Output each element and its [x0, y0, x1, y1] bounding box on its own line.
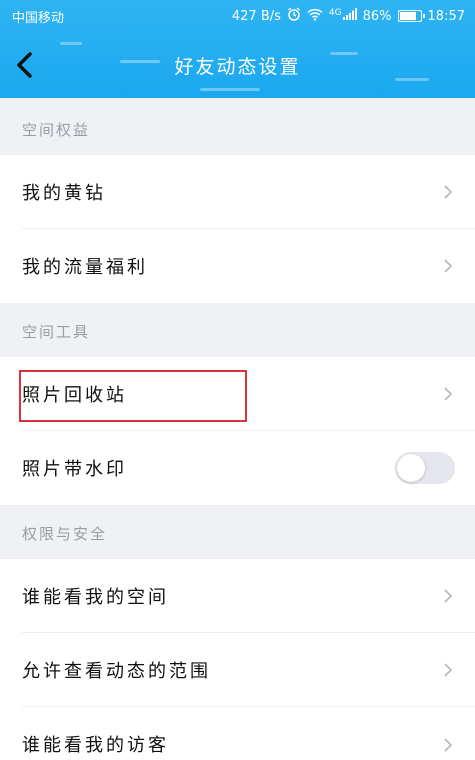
- row-label: 照片回收站: [22, 385, 127, 406]
- battery-percent: 86%: [362, 8, 392, 24]
- row-label: 谁能看我的访客: [22, 735, 169, 756]
- chevron-right-icon: [444, 259, 453, 273]
- row-feed-visibility-range[interactable]: 允许查看动态的范围: [0, 633, 475, 707]
- watermark-toggle[interactable]: [395, 452, 455, 484]
- signal-icon: [342, 8, 357, 24]
- chevron-right-icon: [444, 589, 453, 603]
- row-label: 我的流量福利: [22, 257, 148, 278]
- network-speed: 427 B/s: [231, 8, 281, 24]
- carrier-label: 中国移动: [12, 10, 65, 26]
- toggle-knob: [397, 454, 425, 482]
- row-photo-watermark: 照片带水印: [0, 431, 475, 505]
- section-header-privacy-security: 权限与安全: [22, 525, 108, 543]
- row-traffic-benefits[interactable]: 我的流量福利: [0, 229, 475, 303]
- page-title: 好友动态设置: [174, 56, 301, 78]
- wifi-icon: [307, 8, 323, 25]
- row-label: 允许查看动态的范围: [22, 661, 211, 682]
- section-header-space-benefits: 空间权益: [22, 121, 91, 139]
- status-indicators: 427 B/s 4G 86% 18:57: [232, 7, 465, 25]
- alarm-icon: [287, 7, 301, 25]
- section-header-space-tools: 空间工具: [22, 323, 91, 341]
- status-bar: 中国移动 427 B/s 4G 86% 18:57: [0, 0, 475, 32]
- chevron-right-icon: [444, 185, 453, 199]
- battery-icon: [397, 10, 425, 22]
- row-photo-recycle-bin[interactable]: 照片回收站: [0, 357, 475, 431]
- row-who-can-see-visitors[interactable]: 谁能看我的访客: [0, 707, 475, 760]
- row-label: 照片带水印: [22, 459, 127, 480]
- row-who-can-see-space[interactable]: 谁能看我的空间: [0, 559, 475, 633]
- chevron-right-icon: [444, 663, 453, 677]
- title-bar: 好友动态设置: [0, 32, 475, 98]
- row-yellow-diamond[interactable]: 我的黄钻: [0, 155, 475, 229]
- chevron-right-icon: [444, 738, 453, 752]
- network-type: 4G: [328, 8, 342, 18]
- clock: 18:57: [427, 8, 465, 24]
- row-label: 我的黄钻: [22, 183, 106, 204]
- chevron-right-icon: [444, 387, 453, 401]
- row-label: 谁能看我的空间: [22, 587, 169, 608]
- header: 中国移动 427 B/s 4G 86% 18:57 好友动态设置: [0, 0, 475, 98]
